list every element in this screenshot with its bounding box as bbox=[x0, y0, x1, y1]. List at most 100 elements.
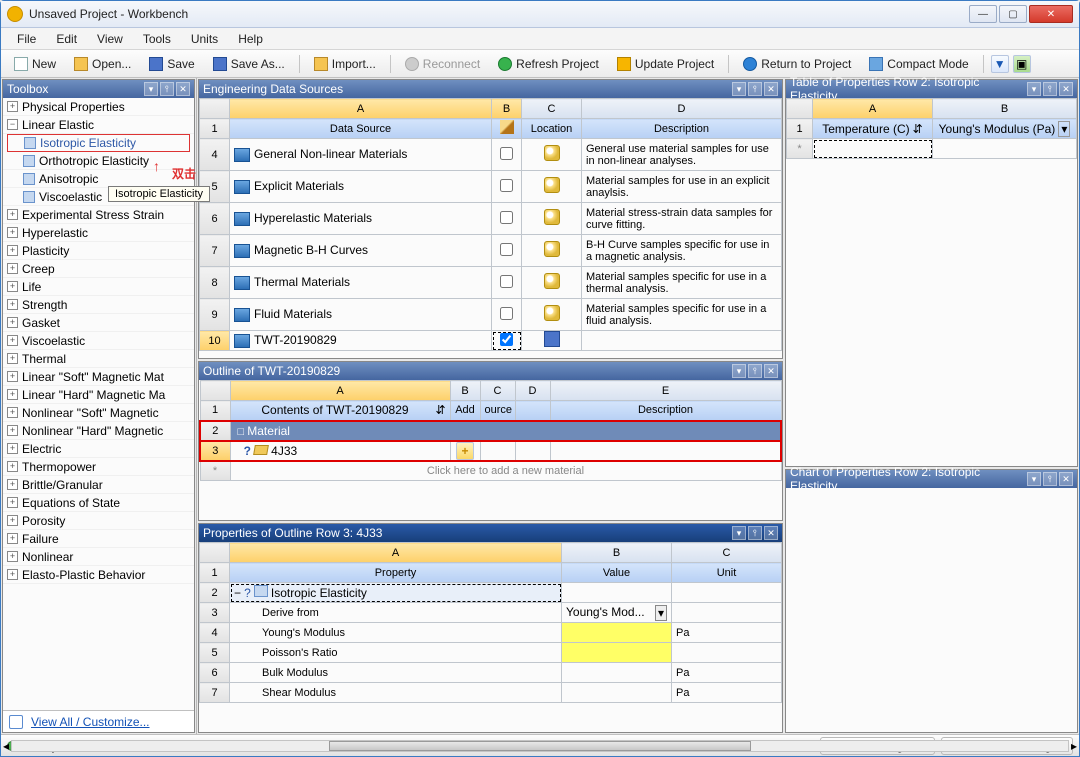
edit-checkbox[interactable] bbox=[500, 243, 513, 256]
sort-icon[interactable]: ⇵ bbox=[913, 122, 923, 136]
menu-units[interactable]: Units bbox=[183, 30, 226, 48]
tree-group[interactable]: +Linear "Soft" Magnetic Mat bbox=[3, 368, 194, 386]
saveas-button[interactable]: Save As... bbox=[206, 54, 292, 74]
panel-dropdown-icon[interactable]: ▾ bbox=[732, 526, 746, 540]
tree-group[interactable]: +Porosity bbox=[3, 512, 194, 530]
add-icon[interactable]: + bbox=[456, 442, 474, 460]
browse-icon[interactable] bbox=[544, 177, 560, 193]
table-row[interactable]: 8Thermal MaterialsMaterial samples speci… bbox=[200, 267, 782, 299]
browse-icon[interactable] bbox=[544, 209, 560, 225]
compact-button[interactable]: Compact Mode bbox=[862, 54, 975, 74]
pin-icon[interactable]: ⫯ bbox=[1043, 82, 1057, 96]
panel-close-icon[interactable]: ✕ bbox=[764, 526, 778, 540]
filter-applied-button[interactable]: ▣ bbox=[1013, 55, 1031, 73]
save-button[interactable]: Save bbox=[142, 54, 201, 74]
edit-checkbox[interactable] bbox=[500, 147, 513, 160]
table-row[interactable]: *Click here to add a new material bbox=[200, 461, 781, 481]
tree-group[interactable]: +Elasto-Plastic Behavior bbox=[3, 566, 194, 584]
import-button[interactable]: Import... bbox=[307, 54, 383, 74]
refresh-button[interactable]: Refresh Project bbox=[491, 54, 606, 74]
pin-icon[interactable]: ⫯ bbox=[1043, 472, 1057, 486]
browse-icon[interactable] bbox=[544, 273, 560, 289]
tree-group[interactable]: +Strength bbox=[3, 296, 194, 314]
table-row[interactable]: 2− ? Isotropic Elasticity bbox=[200, 583, 782, 603]
dropdown-icon[interactable]: ▾ bbox=[655, 605, 667, 621]
maximize-button[interactable]: ▢ bbox=[999, 5, 1027, 23]
panel-dropdown-icon[interactable]: ▾ bbox=[1027, 472, 1041, 486]
panel-close-icon[interactable]: ✕ bbox=[764, 364, 778, 378]
dropdown-icon[interactable]: ▾ bbox=[1058, 121, 1070, 137]
tree-group[interactable]: +Failure bbox=[3, 530, 194, 548]
outline-grid[interactable]: ABCDE 1Contents of TWT-20190829 ⇵Addourc… bbox=[199, 380, 782, 481]
tree-group[interactable]: +Thermopower bbox=[3, 458, 194, 476]
table-row[interactable]: 7Magnetic B-H CurvesB-H Curve samples sp… bbox=[200, 235, 782, 267]
browse-icon[interactable] bbox=[544, 241, 560, 257]
table-row[interactable]: 7Shear ModulusPa bbox=[200, 683, 782, 703]
tree-group[interactable]: +Gasket bbox=[3, 314, 194, 332]
table-row[interactable]: * bbox=[787, 139, 1077, 159]
open-button[interactable]: Open... bbox=[67, 54, 138, 74]
pin-icon[interactable]: ⫯ bbox=[160, 82, 174, 96]
menu-help[interactable]: Help bbox=[230, 30, 271, 48]
pin-icon[interactable]: ⫯ bbox=[748, 82, 762, 96]
edit-checkbox[interactable] bbox=[500, 211, 513, 224]
tree-group[interactable]: +Creep bbox=[3, 260, 194, 278]
browse-icon[interactable] bbox=[544, 305, 560, 321]
sort-icon[interactable]: ⇵ bbox=[435, 403, 445, 417]
tree-group[interactable]: +Life bbox=[3, 278, 194, 296]
panel-dropdown-icon[interactable]: ▾ bbox=[732, 82, 746, 96]
table-props-grid[interactable]: AB 1Temperature (C) ⇵Young's Modulus (Pa… bbox=[786, 98, 1077, 159]
close-button[interactable]: ✕ bbox=[1029, 5, 1073, 23]
properties-grid[interactable]: ABC 1PropertyValueUnit 2− ? Isotropic El… bbox=[199, 542, 782, 703]
panel-close-icon[interactable]: ✕ bbox=[764, 82, 778, 96]
table-row[interactable]: 2 □ Material bbox=[200, 421, 781, 441]
tree-group[interactable]: +Plasticity bbox=[3, 242, 194, 260]
menu-file[interactable]: File bbox=[9, 30, 44, 48]
table-row[interactable]: 5Explicit MaterialsMaterial samples for … bbox=[200, 171, 782, 203]
return-button[interactable]: Return to Project bbox=[736, 54, 858, 74]
table-row[interactable]: 4General Non-linear MaterialsGeneral use… bbox=[200, 139, 782, 171]
edit-checkbox[interactable] bbox=[500, 307, 513, 320]
panel-close-icon[interactable]: ✕ bbox=[176, 82, 190, 96]
edit-checkbox[interactable] bbox=[500, 179, 513, 192]
table-row[interactable]: 5Poisson's Ratio bbox=[200, 643, 782, 663]
tree-group[interactable]: +Linear "Hard" Magnetic Ma bbox=[3, 386, 194, 404]
eds-grid[interactable]: ABCD 1Data SourceLocationDescription 4Ge… bbox=[199, 98, 782, 351]
tree-group[interactable]: +Nonlinear "Hard" Magnetic bbox=[3, 422, 194, 440]
minimize-button[interactable]: — bbox=[969, 5, 997, 23]
tree-group[interactable]: −Linear Elastic bbox=[3, 116, 194, 134]
edit-checkbox[interactable] bbox=[500, 275, 513, 288]
table-row[interactable]: 4Young's ModulusPa bbox=[200, 623, 782, 643]
filter-button[interactable]: ▼ bbox=[991, 55, 1009, 73]
pin-icon[interactable]: ⫯ bbox=[748, 526, 762, 540]
tree-group[interactable]: +Experimental Stress Strain bbox=[3, 206, 194, 224]
tree-group[interactable]: +Brittle/Granular bbox=[3, 476, 194, 494]
view-all-link[interactable]: View All / Customize... bbox=[31, 715, 150, 729]
table-row[interactable]: 10TWT-20190829 bbox=[200, 331, 782, 351]
tree-group[interactable]: +Equations of State bbox=[3, 494, 194, 512]
new-button[interactable]: New bbox=[7, 54, 63, 74]
tree-group[interactable]: +Electric bbox=[3, 440, 194, 458]
panel-dropdown-icon[interactable]: ▾ bbox=[144, 82, 158, 96]
panel-close-icon[interactable]: ✕ bbox=[1059, 472, 1073, 486]
tree-group[interactable]: +Physical Properties bbox=[3, 98, 194, 116]
table-row[interactable]: 6Hyperelastic MaterialsMaterial stress-s… bbox=[200, 203, 782, 235]
update-button[interactable]: Update Project bbox=[610, 54, 721, 74]
menu-tools[interactable]: Tools bbox=[135, 30, 179, 48]
browse-icon[interactable] bbox=[544, 145, 560, 161]
panel-dropdown-icon[interactable]: ▾ bbox=[732, 364, 746, 378]
table-row[interactable]: 3 ? 4J33+ bbox=[200, 441, 781, 461]
tree-group[interactable]: +Viscoelastic bbox=[3, 332, 194, 350]
panel-close-icon[interactable]: ✕ bbox=[1059, 82, 1073, 96]
tree-group[interactable]: +Nonlinear "Soft" Magnetic bbox=[3, 404, 194, 422]
menu-view[interactable]: View bbox=[89, 30, 131, 48]
table-row[interactable]: 3Derive fromYoung's Mod... ▾ bbox=[200, 603, 782, 623]
panel-dropdown-icon[interactable]: ▾ bbox=[1027, 82, 1041, 96]
table-row[interactable]: 9Fluid MaterialsMaterial samples specifi… bbox=[200, 299, 782, 331]
tree-item-isotropic[interactable]: Isotropic Elasticity bbox=[7, 134, 190, 152]
table-row[interactable]: 6Bulk ModulusPa bbox=[200, 663, 782, 683]
tree-item[interactable]: Orthotropic Elasticity bbox=[3, 152, 194, 170]
tree-group[interactable]: +Nonlinear bbox=[3, 548, 194, 566]
tree-group[interactable]: +Hyperelastic bbox=[3, 224, 194, 242]
save-small-icon[interactable] bbox=[544, 331, 560, 347]
